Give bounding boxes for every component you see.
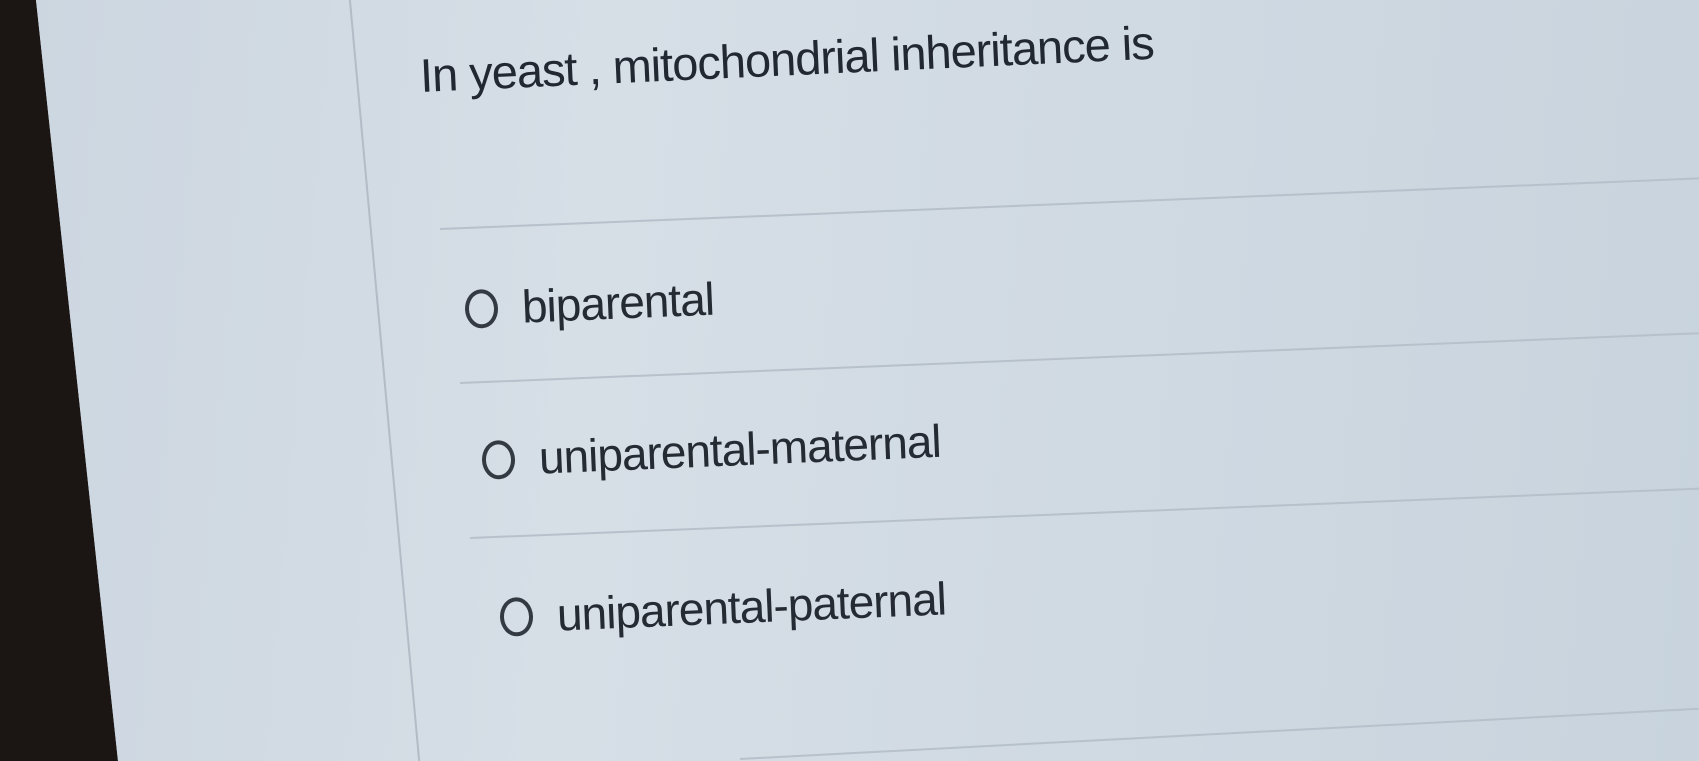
question-divider [439,177,1699,230]
answer-label: uniparental-maternal [537,414,942,484]
question-card-border [348,0,423,761]
card-bottom-divider [739,707,1699,760]
quiz-screen: In yeast , mitochondrial inheritance is … [36,0,1699,761]
answer-label: biparental [520,272,715,333]
radio-button-uniparental-maternal[interactable] [481,439,516,480]
question-container: In yeast , mitochondrial inheritance is [419,15,1155,103]
radio-button-uniparental-paternal[interactable] [499,596,534,637]
radio-button-biparental[interactable] [464,288,499,329]
answer-label: uniparental-paternal [555,572,947,641]
answer-option-uniparental-paternal[interactable]: uniparental-paternal [499,571,947,644]
answer-option-uniparental-maternal[interactable]: uniparental-maternal [481,414,942,487]
answer-option-biparental[interactable]: biparental [464,272,715,336]
question-text: In yeast , mitochondrial inheritance is [418,15,1155,102]
photo-of-screen: In yeast , mitochondrial inheritance is … [0,0,1699,761]
option-divider [469,487,1699,539]
option-divider [459,332,1699,384]
